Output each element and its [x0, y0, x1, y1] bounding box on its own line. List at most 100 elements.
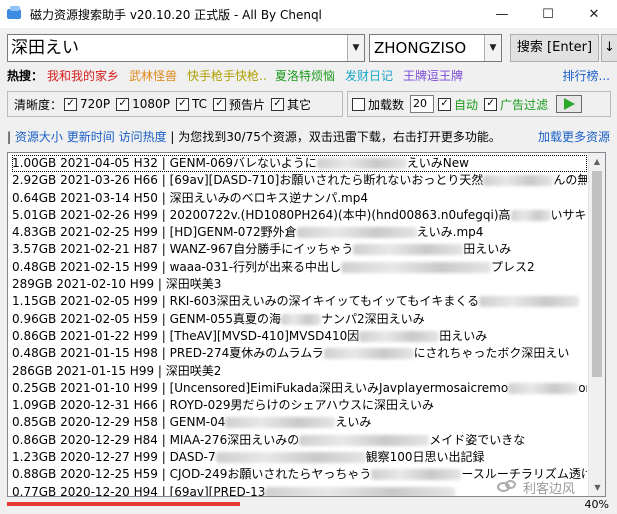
result-row[interactable]: 1.09GB 2020-12-31 H66 | ROYD-029男だらけのシェア…	[12, 397, 587, 414]
hot-tag[interactable]: 武林怪兽	[129, 67, 177, 84]
maximize-button[interactable]: ☐	[525, 0, 571, 28]
search-combobox[interactable]: 深田えい ▼	[7, 34, 365, 62]
redacted-text	[341, 261, 492, 273]
result-text-tail: いサキ	[550, 207, 587, 222]
result-row[interactable]: 0.86GB 2021-01-22 H99 | [TheAV][MVSD-410…	[12, 328, 587, 345]
filter-other[interactable]: ✓ 其它	[270, 96, 311, 113]
search-input[interactable]: 深田えい	[8, 35, 347, 61]
auto-toggle[interactable]: ✓ 自动	[438, 96, 478, 113]
redacted-text	[215, 452, 366, 464]
minimize-button[interactable]: —	[479, 0, 525, 28]
search-history-dropdown[interactable]: ▼	[347, 35, 364, 61]
filter-trailer[interactable]: ✓ 预告片	[212, 96, 265, 113]
checkbox-icon[interactable]: ✓	[270, 97, 284, 111]
status-separator: |	[7, 130, 12, 144]
filter-tc[interactable]: ✓ TC	[175, 97, 207, 111]
ranking-link[interactable]: 排行榜...	[563, 67, 610, 84]
results-list[interactable]: 1.00GB 2021-04-05 H32 | GENM-069バレないようにえ…	[7, 152, 606, 497]
result-text: 3.57GB 2021-02-21 H87 | WANZ-967自分勝手にイッち…	[12, 242, 354, 257]
result-row[interactable]: 1.23GB 2020-12-27 H99 | DASD-7 観察100日思い出記…	[12, 449, 587, 466]
sort-button[interactable]: ↓	[601, 34, 617, 62]
result-text: 2.92GB 2021-03-26 H66 | [69av][DASD-710]…	[12, 173, 484, 188]
result-row[interactable]: 0.25GB 2021-01-10 H99 | [Uncensored]Eimi…	[12, 380, 587, 397]
checkbox-icon[interactable]	[352, 97, 365, 111]
checkbox-icon[interactable]: ✓	[484, 97, 498, 111]
hot-tag[interactable]: 王牌逗王牌	[403, 67, 463, 84]
result-text: 0.88GB 2020-12-25 H59 | CJOD-249お願いされたらヤ…	[12, 467, 372, 482]
result-text-tail: ongpr	[578, 380, 587, 395]
redacted-text	[510, 209, 551, 221]
redacted-text	[265, 486, 456, 496]
redacted-text	[316, 158, 407, 169]
checkbox-icon[interactable]: ✓	[175, 97, 189, 111]
result-row[interactable]: 0.85GB 2020-12-29 H58 | GENM-04 えいみ	[12, 414, 587, 431]
load-more-link[interactable]: 加载更多资源	[538, 128, 610, 145]
load-options-group: 加载数 20 ✓ 自动 ✓ 广告过滤	[347, 91, 611, 117]
filter-1080p[interactable]: ✓ 1080P	[116, 97, 170, 111]
source-dropdown-button[interactable]: ▼	[484, 35, 501, 61]
scroll-thumb[interactable]	[592, 171, 602, 377]
hot-search-label: 热搜：	[7, 69, 44, 83]
filter-720p[interactable]: ✓ 720P	[64, 97, 110, 111]
result-row[interactable]: 0.48GB 2021-02-15 H99 | waaa-031-行列が出来る中…	[12, 259, 587, 276]
checkbox-icon[interactable]: ✓	[212, 97, 226, 111]
sort-by-heat-link[interactable]: 访问热度	[119, 130, 167, 144]
hot-tag[interactable]: 夏洛特烦恼	[275, 67, 335, 84]
result-text: 0.86GB 2020-12-29 H84 | MIAA-276深田えいみの	[12, 432, 300, 447]
checkbox-icon[interactable]: ✓	[116, 97, 130, 111]
sort-by-time-link[interactable]: 更新时间	[67, 130, 115, 144]
result-text: 0.48GB 2021-02-15 H99 | waaa-031-行列が出来る中…	[12, 259, 342, 274]
close-button[interactable]: ✕	[571, 0, 617, 28]
result-row[interactable]: 4.83GB 2021-02-25 H99 | [HD]GENM-072野外倉 え…	[12, 224, 587, 241]
vertical-scrollbar[interactable]: ▲ ▼	[588, 153, 605, 496]
result-row[interactable]: 5.01GB 2021-02-26 H99 | 20200722v.(HD108…	[12, 207, 587, 224]
result-text: 4.83GB 2021-02-25 H99 | [HD]GENM-072野外倉	[12, 225, 297, 240]
load-count-input[interactable]: 20	[410, 95, 435, 113]
result-text-tail: えいみNew	[406, 156, 469, 170]
result-row[interactable]: 0.64GB 2021-03-14 H50 | 深田えいみのベロキス逆ナンパ.m…	[12, 190, 587, 207]
ad-filter-toggle[interactable]: ✓ 广告过滤	[484, 96, 548, 113]
hot-tag[interactable]: 快手枪手快枪..	[187, 67, 267, 84]
sort-by-size-link[interactable]: 资源大小	[15, 130, 63, 144]
result-row[interactable]: 2.92GB 2021-03-26 H66 | [69av][DASD-710]…	[12, 172, 587, 189]
scroll-up-icon[interactable]: ▲	[589, 153, 605, 170]
hot-tag[interactable]: 我和我的家乡	[47, 67, 119, 84]
load-progress-bar	[7, 502, 241, 506]
result-text-tail: 田えいみ	[463, 242, 512, 257]
result-row[interactable]: 289GB 2021-02-10 H99 | 深田咲美3	[12, 276, 587, 293]
result-text: 1.09GB 2020-12-31 H66 | ROYD-029男だらけのシェア…	[12, 398, 435, 413]
checkbox-icon[interactable]: ✓	[438, 97, 452, 111]
result-row[interactable]: 0.48GB 2021-01-15 H98 | PRED-274夏休みのムラムラ…	[12, 345, 587, 362]
redacted-text	[508, 382, 579, 394]
hot-tag[interactable]: 发财日记	[345, 67, 393, 84]
source-combobox[interactable]: ZHONGZISO ▼	[369, 34, 502, 62]
redacted-text	[296, 227, 417, 239]
watermark-text: 利客边风	[523, 481, 576, 497]
filter-label: 720P	[80, 97, 111, 111]
result-row[interactable]: 1.15GB 2021-02-05 H99 | RKI-603深田えいみの深イキ…	[12, 293, 587, 310]
source-select[interactable]: ZHONGZISO	[370, 35, 484, 61]
checkbox-icon[interactable]: ✓	[64, 97, 78, 111]
result-row[interactable]: 286GB 2021-01-15 H99 | 深田咲美2	[12, 363, 587, 380]
filter-label: 其它	[286, 97, 311, 112]
result-row[interactable]: 3.57GB 2021-02-21 H87 | WANZ-967自分勝手にイッち…	[12, 241, 587, 258]
result-text-tail: にされちゃったボク深田えい	[413, 346, 570, 361]
filter-label: 预告片	[228, 97, 265, 112]
redacted-text	[479, 296, 580, 308]
load-count-toggle[interactable]: 加载数	[352, 96, 404, 113]
result-text: 289GB 2021-02-10 H99 | 深田咲美3	[12, 277, 222, 292]
result-text-tail: えいみ.mp4	[416, 225, 484, 240]
app-icon	[7, 6, 23, 22]
filter-label: 1080P	[132, 97, 170, 111]
play-button[interactable]	[556, 95, 583, 113]
filter-label: TC	[191, 97, 207, 111]
result-row[interactable]: 1.00GB 2021-04-05 H32 | GENM-069バレないように え…	[12, 155, 587, 173]
result-row[interactable]: 0.86GB 2020-12-29 H84 | MIAA-276深田えいみの メイ…	[12, 432, 587, 449]
search-button[interactable]: 搜索 [Enter]	[510, 34, 599, 62]
status-message: | 为您找到30/75个资源，双击迅雷下载，右击打开更多功能。	[170, 130, 501, 144]
result-row[interactable]: 0.96GB 2021-02-05 H59 | GENM-055真夏の海 ナンパ2…	[12, 311, 587, 328]
result-text: 5.01GB 2021-02-26 H99 | 20200722v.(HD108…	[12, 207, 511, 222]
title-bar: 磁力资源搜索助手 v20.10.20 正式版 - All By Chenql —…	[0, 0, 617, 28]
window-controls: — ☐ ✕	[479, 0, 617, 28]
result-text: 0.96GB 2021-02-05 H59 | GENM-055真夏の海	[12, 311, 282, 326]
